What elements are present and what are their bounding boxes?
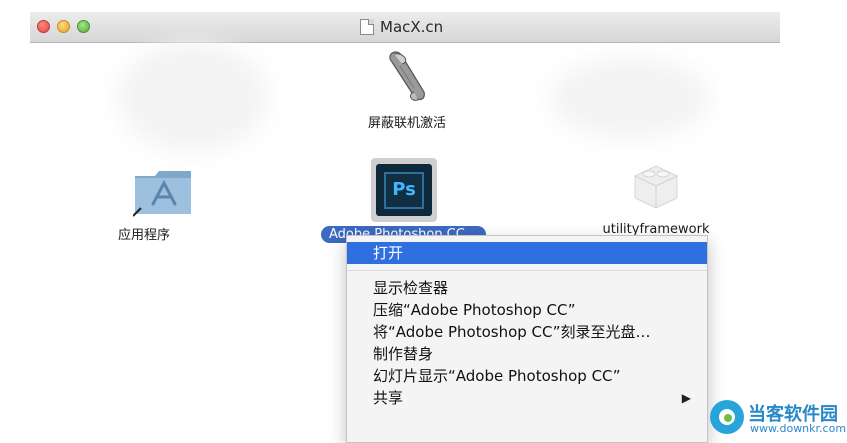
minimize-window-button[interactable] bbox=[57, 20, 70, 33]
watermark: 当客软件园 www.downkr.com bbox=[706, 398, 846, 438]
zoom-window-button[interactable] bbox=[77, 20, 90, 33]
title-bar[interactable]: MacX.cn bbox=[30, 12, 780, 43]
menu-item-make-alias[interactable]: 制作替身 bbox=[347, 343, 707, 365]
desktop-item-applications[interactable]: 应用程序 bbox=[118, 166, 210, 243]
desktop-item-script[interactable]: 屏蔽联机激活 bbox=[352, 48, 462, 131]
menu-item-open[interactable]: 打开 bbox=[347, 242, 707, 264]
background-blur-left bbox=[118, 42, 268, 152]
menu-item-make-alias-label: 制作替身 bbox=[373, 345, 434, 363]
menu-item-slideshow-label: 幻灯片显示“Adobe Photoshop CC” bbox=[373, 367, 621, 385]
menu-item-burn-to-disc[interactable]: 将“Adobe Photoshop CC”刻录至光盘… bbox=[347, 321, 707, 343]
script-icon bbox=[389, 51, 425, 101]
menu-item-share-label: 共享 bbox=[373, 389, 404, 407]
applications-label: 应用程序 bbox=[118, 228, 171, 243]
context-menu: 打开 显示检查器 压缩“Adobe Photoshop CC” 将“Adobe … bbox=[346, 235, 708, 443]
close-window-button[interactable] bbox=[37, 20, 50, 33]
photoshop-app-icon[interactable]: Ps bbox=[376, 164, 432, 216]
background-blur-right bbox=[550, 58, 710, 138]
applications-folder-icon bbox=[133, 171, 191, 217]
menu-item-show-inspector[interactable]: 显示检查器 bbox=[347, 277, 707, 299]
menu-item-burn-to-disc-label: 将“Adobe Photoshop CC”刻录至光盘… bbox=[373, 323, 651, 341]
menu-item-share[interactable]: 共享 ▶ bbox=[347, 387, 707, 409]
watermark-logo-icon bbox=[710, 400, 744, 434]
photoshop-icon-frame: Ps bbox=[384, 172, 424, 209]
script-label: 屏蔽联机激活 bbox=[367, 116, 446, 131]
photoshop-selection-highlight[interactable]: Ps bbox=[371, 158, 437, 222]
window-title-group: MacX.cn bbox=[360, 18, 443, 36]
photoshop-icon-text: Ps bbox=[392, 179, 416, 200]
watermark-url: www.downkr.com bbox=[750, 422, 847, 435]
menu-item-compress[interactable]: 压缩“Adobe Photoshop CC” bbox=[347, 299, 707, 321]
menu-item-compress-label: 压缩“Adobe Photoshop CC” bbox=[373, 301, 576, 319]
document-icon bbox=[360, 19, 374, 35]
lego-brick-icon bbox=[634, 165, 678, 209]
desktop-item-framework[interactable]: utilityframework bbox=[596, 158, 716, 237]
menu-item-slideshow[interactable]: 幻灯片显示“Adobe Photoshop CC” bbox=[347, 365, 707, 387]
submenu-arrow-icon: ▶ bbox=[681, 391, 691, 405]
window-title: MacX.cn bbox=[380, 18, 444, 36]
watermark-leaf-icon bbox=[724, 414, 732, 422]
menu-item-show-inspector-label: 显示检查器 bbox=[373, 279, 449, 297]
menu-separator bbox=[347, 270, 707, 271]
menu-item-open-label: 打开 bbox=[373, 244, 404, 262]
